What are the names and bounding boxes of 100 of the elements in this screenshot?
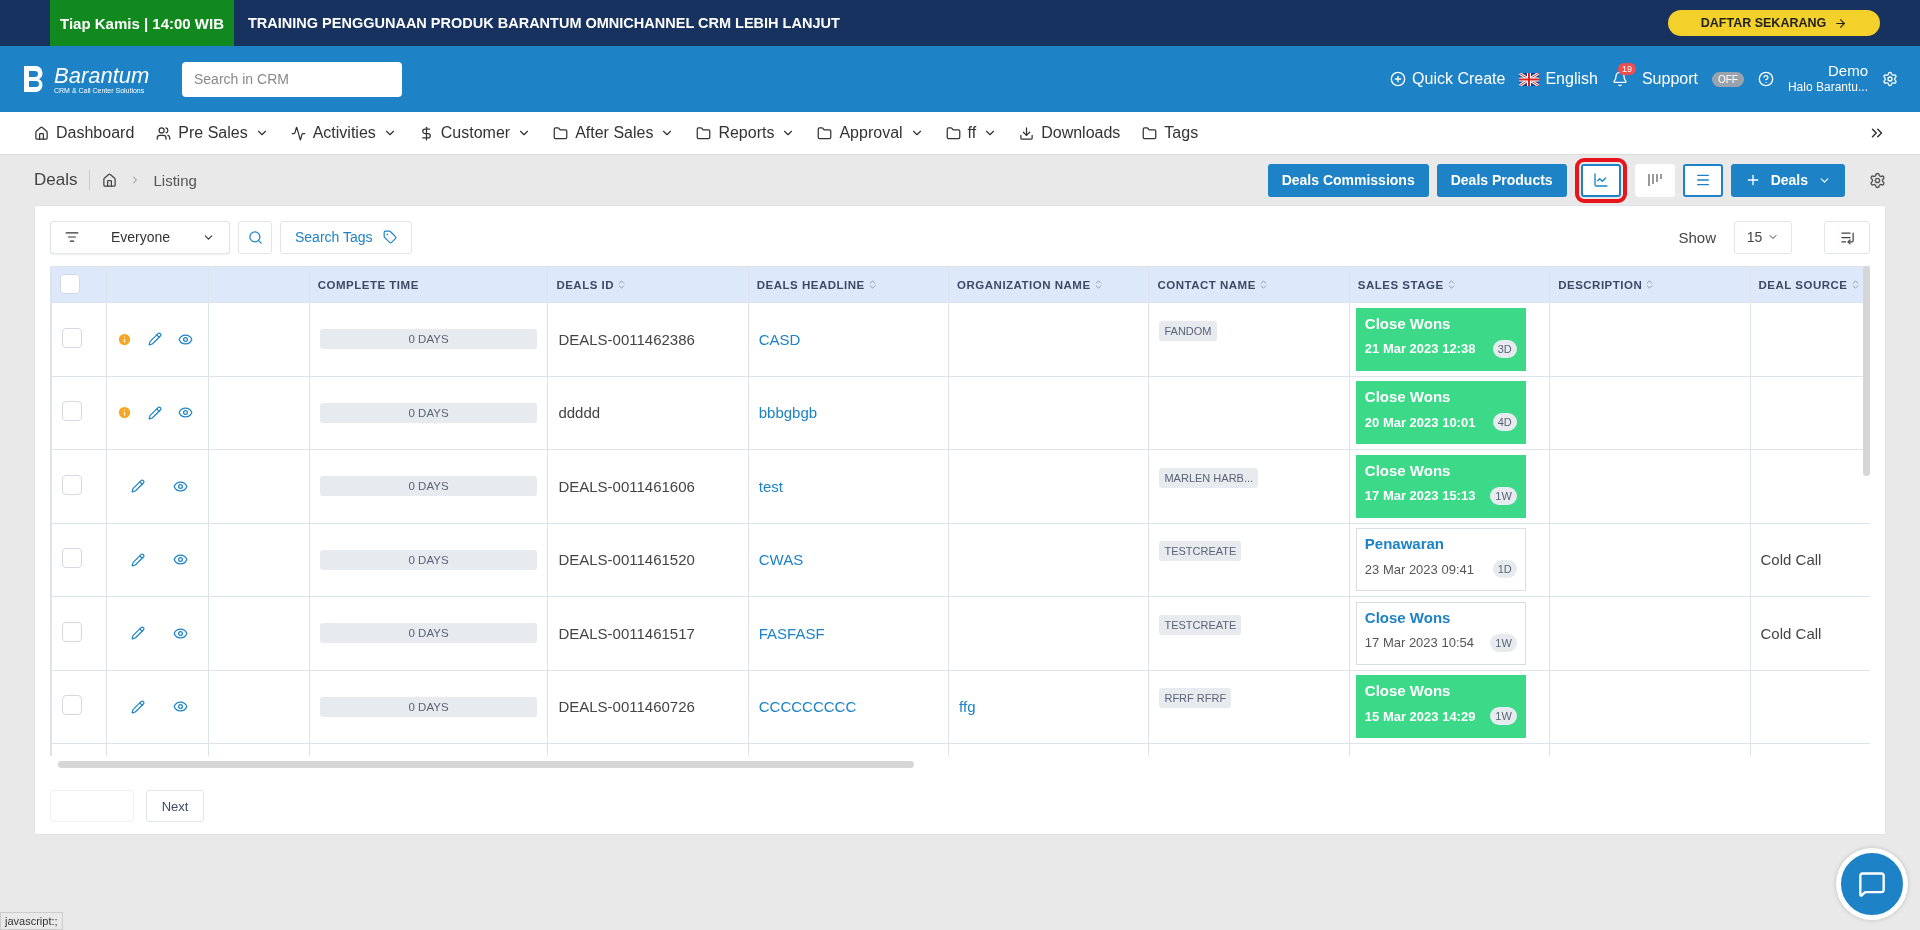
column-header[interactable]: DEALS ID [556, 278, 615, 291]
stage-name: Close Wons [1364, 461, 1452, 479]
columns-icon [1839, 229, 1855, 245]
user-name[interactable]: Demo [1828, 62, 1868, 79]
nav-menu-item[interactable]: Downloads [1019, 124, 1121, 142]
folder-icon [553, 125, 569, 141]
deal-headline-link[interactable]: CASD [758, 330, 801, 348]
add-deals-button[interactable]: Deals [1730, 163, 1845, 197]
organization-link[interactable]: ffg [959, 698, 976, 716]
row-checkbox[interactable] [62, 548, 82, 569]
deal-id: DEALS-0011461606 [558, 477, 695, 495]
column-header[interactable]: DEALS HEADLINE [756, 278, 865, 291]
complete-time: 0 DAYS [319, 329, 538, 350]
row-checkbox[interactable] [62, 621, 82, 642]
owner-filter[interactable]: Everyone [50, 220, 230, 254]
nav-menu-item[interactable]: Reports [696, 124, 796, 142]
stage-date: 17 Mar 2023 15:13 [1364, 488, 1476, 504]
bell-icon[interactable] [1611, 71, 1628, 87]
deal-id: ddddd [558, 404, 601, 422]
complete-time: 0 DAYS [319, 402, 538, 423]
row-checkbox[interactable] [62, 474, 82, 495]
view-icon[interactable] [178, 331, 194, 347]
download-icon [1019, 125, 1035, 141]
view-icon[interactable] [173, 478, 189, 494]
next-button[interactable]: Next [146, 790, 204, 822]
column-header[interactable]: CONTACT NAME [1157, 278, 1256, 291]
edit-icon[interactable] [131, 699, 146, 714]
row-checkbox[interactable] [62, 695, 82, 716]
home-icon [34, 125, 49, 141]
arrow-right-icon [1834, 16, 1848, 30]
banner-headline: TRAINING PENGGUNAAN PRODUK BARANTUM OMNICHANNEL CRM LEBIH LANJUT [248, 15, 841, 31]
stage-age: 1W [1490, 633, 1517, 652]
search-tags-button[interactable]: Search Tags [280, 220, 412, 254]
register-button[interactable]: DAFTAR SEKARANG [1668, 10, 1880, 36]
help-icon[interactable] [1757, 71, 1774, 87]
edit-icon[interactable] [148, 405, 163, 420]
edit-icon[interactable] [148, 332, 163, 347]
search-icon [247, 229, 263, 245]
stage-name: Close Wons [1364, 682, 1452, 700]
settings-icon[interactable] [1869, 171, 1886, 189]
edit-icon[interactable] [131, 479, 146, 494]
stage-name: Close Wons [1364, 314, 1452, 332]
nav-menu-item[interactable]: Tags [1142, 124, 1199, 142]
column-header: COMPLETE TIME [317, 278, 419, 291]
columns-button[interactable] [1824, 220, 1870, 254]
page-title: Deals [34, 170, 91, 190]
deal-headline-link[interactable]: test [758, 477, 783, 495]
row-checkbox[interactable] [62, 401, 82, 422]
view-icon[interactable] [173, 625, 189, 641]
stage-age: 1W [1490, 707, 1517, 726]
stage-name: Close Wons [1364, 388, 1452, 406]
nav-menu-item[interactable]: After Sales [553, 124, 675, 142]
view-icon[interactable] [173, 552, 189, 568]
edit-icon[interactable] [131, 626, 146, 641]
nav-menu-item[interactable]: Dashboard [34, 124, 135, 142]
action-button[interactable]: Deals Products [1436, 163, 1567, 197]
contact-tag: FANDOM [1159, 320, 1217, 341]
view-toggle[interactable] [1682, 163, 1723, 197]
quick-create-link[interactable]: Quick Create [1390, 70, 1506, 88]
scrollbar[interactable] [58, 761, 914, 768]
notification-count: 19 [1617, 63, 1636, 75]
search-field[interactable]: Search in CRM [182, 61, 402, 97]
chat-icon [1858, 870, 1886, 898]
edit-icon[interactable] [131, 552, 146, 567]
view-icon[interactable] [173, 699, 189, 715]
nav-menu-item[interactable]: ff [945, 124, 998, 142]
user-greeting: Halo Barantu... [1787, 79, 1868, 96]
contact-tag: RFRF RFRF [1159, 688, 1232, 709]
warning-icon [117, 405, 133, 421]
deal-headline-link[interactable]: FASFASF [758, 624, 825, 642]
line-chart-icon [1592, 172, 1609, 188]
column-header[interactable]: DESCRIPTION [1558, 278, 1643, 291]
contact-tag: MARLEN HARB... [1159, 467, 1259, 488]
nav-menu-item[interactable]: Approval [817, 124, 924, 142]
nav-menu-item[interactable]: Activities [290, 124, 397, 142]
stage-age: 1D [1492, 560, 1517, 579]
page-size-select[interactable]: 15 [1734, 220, 1792, 254]
language-selector[interactable]: English [1519, 70, 1598, 88]
select-all-checkbox[interactable] [60, 273, 80, 294]
deal-source: Cold Call [1760, 624, 1822, 642]
chat-button[interactable] [1836, 848, 1908, 920]
nav-menu-item[interactable]: Customer [418, 124, 532, 142]
column-header[interactable]: SALES STAGE [1357, 278, 1444, 291]
row-checkbox[interactable] [62, 327, 82, 348]
search-button[interactable] [238, 220, 272, 254]
breadcrumb-current: Listing [153, 171, 197, 189]
deal-headline-link[interactable]: CWAS [758, 551, 804, 569]
contact-tag: TESTCREATE [1159, 614, 1242, 635]
deal-headline-link[interactable]: bbbgbgb [758, 404, 818, 422]
folder-icon [696, 125, 712, 141]
deal-id: DEALS-0011462386 [558, 330, 695, 348]
deal-headline-link[interactable]: CCCCCCCCC [758, 698, 857, 716]
scrollbar[interactable] [1863, 266, 1870, 476]
warning-icon [117, 331, 133, 347]
plus-circle-icon [1390, 71, 1407, 87]
deal-source: Cold Call [1760, 551, 1822, 569]
nav-menu-item[interactable]: Pre Sales [156, 124, 269, 142]
view-icon[interactable] [178, 405, 194, 421]
home-icon[interactable] [102, 172, 118, 188]
action-button[interactable]: Deals Commissions [1267, 163, 1429, 197]
